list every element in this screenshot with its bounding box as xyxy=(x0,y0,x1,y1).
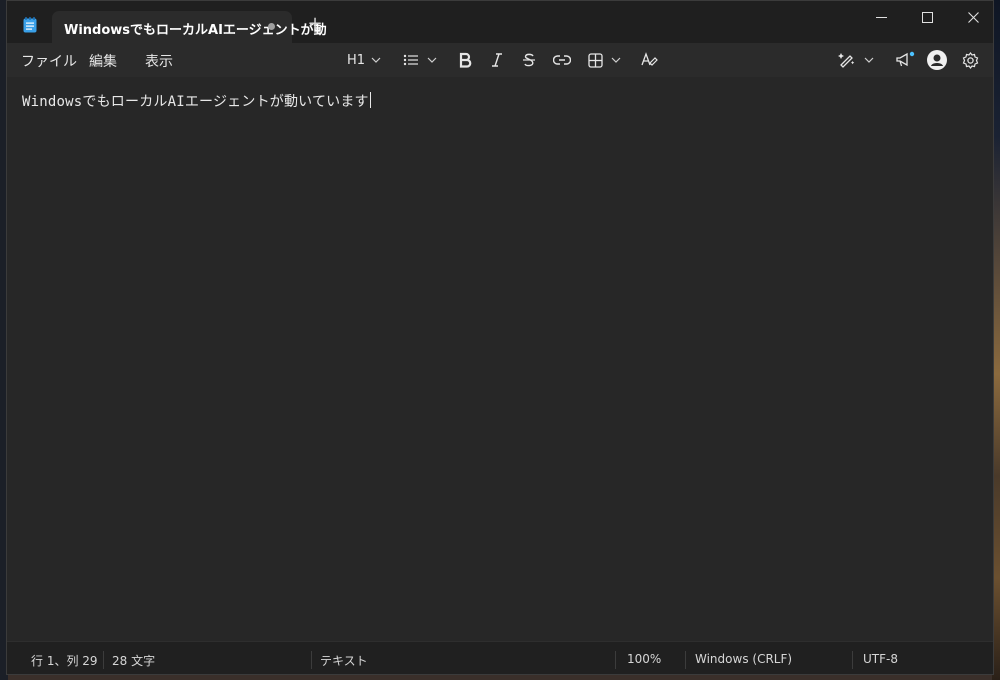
clear-formatting-button[interactable] xyxy=(640,49,658,71)
status-zoom[interactable]: 100% xyxy=(627,652,661,666)
menu-toolbar: ファイル 編集 表示 H1 xyxy=(7,43,993,77)
chevron-down-icon xyxy=(864,57,874,63)
table-dropdown[interactable] xyxy=(588,49,621,71)
settings-button[interactable] xyxy=(962,49,979,71)
settings-icon xyxy=(962,51,979,69)
bold-button[interactable] xyxy=(458,49,472,71)
unsaved-dot-icon[interactable] xyxy=(268,23,275,30)
notepad-window: WindowsでもローカルAIエージェントが動 + ファイル 編集 表示 H1 xyxy=(6,0,994,675)
strikethrough-button[interactable] xyxy=(522,49,536,71)
new-tab-button[interactable]: + xyxy=(305,14,325,34)
bullet-list-icon xyxy=(403,54,418,66)
close-button[interactable] xyxy=(950,1,993,33)
text-caret xyxy=(369,92,371,108)
announcement-icon xyxy=(896,51,915,67)
menu-view[interactable]: 表示 xyxy=(145,51,173,71)
maximize-button[interactable] xyxy=(904,1,950,33)
status-cursor-position[interactable]: 行 1、列 29 xyxy=(31,652,98,669)
status-bar: 行 1、列 29 28 文字 テキスト 100% Windows (CRLF) … xyxy=(7,641,993,674)
tab-title: WindowsでもローカルAIエージェントが動 xyxy=(64,23,327,38)
copilot-icon xyxy=(838,53,855,68)
table-icon xyxy=(588,52,603,68)
menu-edit[interactable]: 編集 xyxy=(89,51,117,71)
minimize-button[interactable] xyxy=(858,1,904,33)
bold-icon xyxy=(459,52,472,68)
italic-icon xyxy=(492,53,502,67)
account-icon xyxy=(927,50,947,70)
heading-label: H1 xyxy=(347,52,366,68)
menu-file[interactable]: ファイル xyxy=(21,51,77,71)
notepad-icon[interactable] xyxy=(23,17,37,33)
editor-line: WindowsでもローカルAIエージェントが動いています xyxy=(22,94,369,110)
status-char-count: 28 文字 xyxy=(112,654,156,668)
heading-dropdown[interactable]: H1 xyxy=(347,49,381,71)
status-divider xyxy=(685,651,686,669)
status-divider xyxy=(103,651,104,669)
text-editor[interactable]: WindowsでもローカルAIエージェントが動いています xyxy=(7,77,993,641)
maximize-icon xyxy=(921,11,933,23)
status-divider xyxy=(311,651,312,669)
italic-button[interactable] xyxy=(490,49,504,71)
document-tab[interactable]: WindowsでもローカルAIエージェントが動 xyxy=(52,11,327,43)
chevron-down-icon xyxy=(611,57,621,63)
link-icon xyxy=(553,55,571,65)
status-divider xyxy=(852,651,853,669)
status-encoding[interactable]: UTF-8 xyxy=(863,652,898,666)
status-format[interactable]: テキスト xyxy=(320,652,368,669)
status-line-ending[interactable]: Windows (CRLF) xyxy=(695,652,792,666)
minimize-icon xyxy=(875,16,887,18)
whats-new-button[interactable] xyxy=(895,49,915,71)
title-bar: WindowsでもローカルAIエージェントが動 + xyxy=(7,1,993,43)
link-button[interactable] xyxy=(553,49,571,71)
strikethrough-icon xyxy=(523,53,535,67)
close-icon xyxy=(967,11,979,23)
list-dropdown[interactable] xyxy=(403,49,437,71)
status-divider xyxy=(615,651,616,669)
account-button[interactable] xyxy=(927,49,947,71)
copilot-dropdown[interactable] xyxy=(838,49,874,71)
editor-content[interactable]: WindowsでもローカルAIエージェントが動いています xyxy=(22,91,371,111)
chevron-down-icon xyxy=(427,57,437,63)
clear-formatting-icon xyxy=(641,52,658,66)
chevron-down-icon xyxy=(371,57,381,63)
